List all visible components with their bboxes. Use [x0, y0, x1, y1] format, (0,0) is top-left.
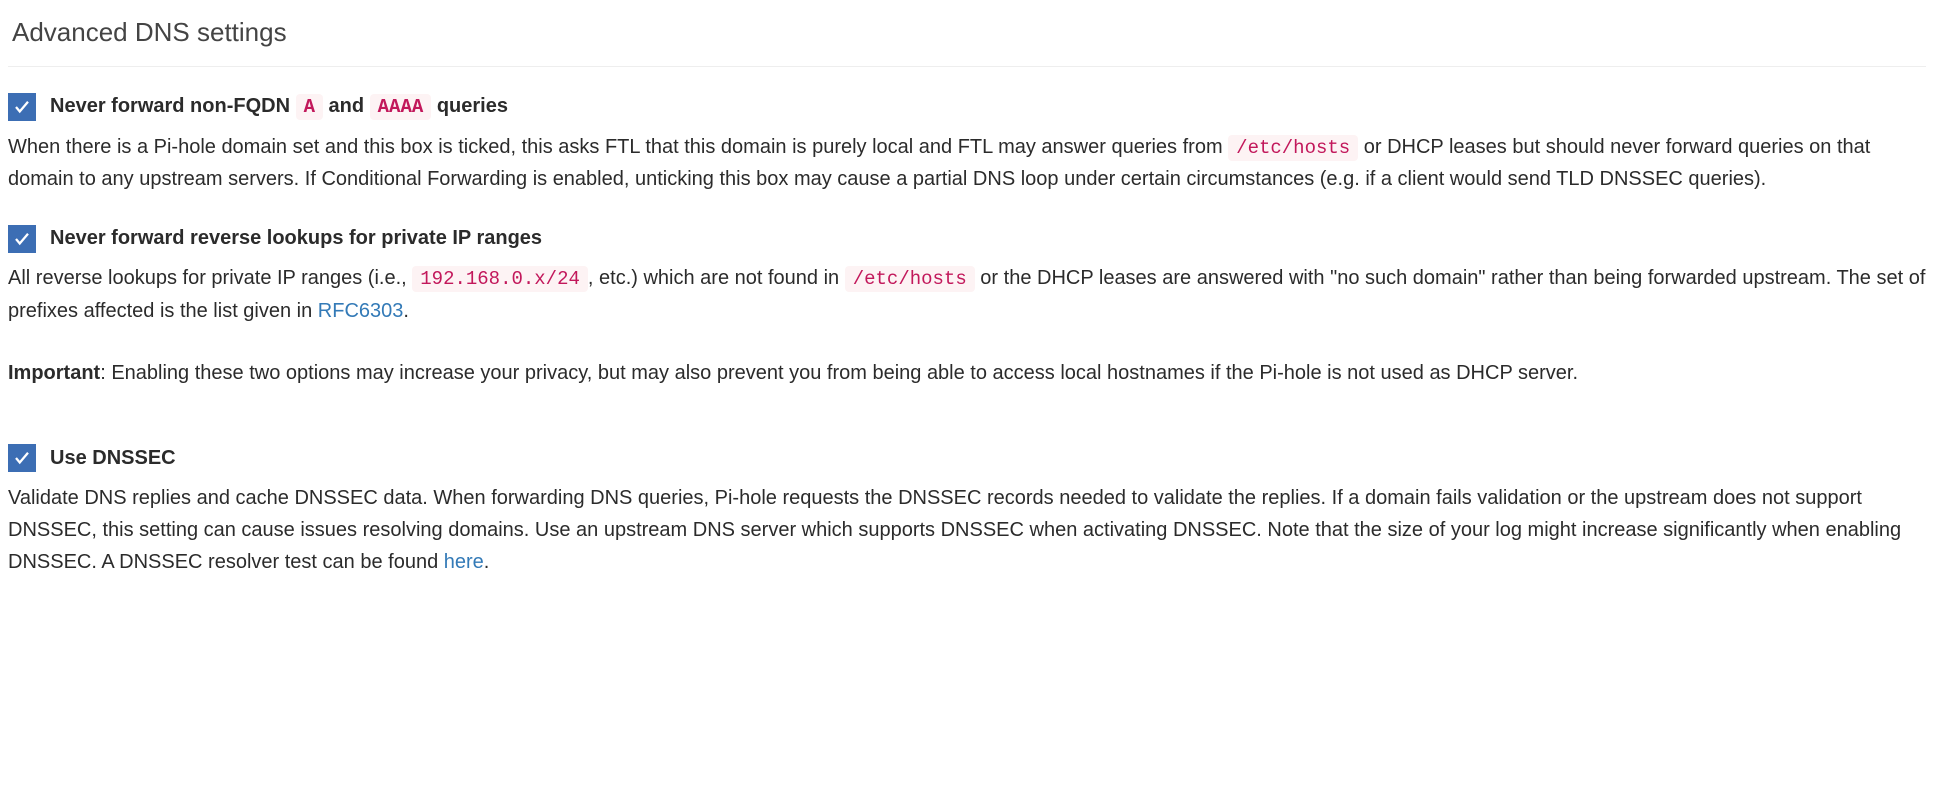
label-text: Never forward non-FQDN	[50, 95, 296, 117]
link-dnssec-test[interactable]: here	[444, 551, 484, 573]
check-icon	[13, 230, 31, 248]
desc-text: Validate DNS replies and cache DNSSEC da…	[8, 487, 1901, 573]
setting-description: When there is a Pi-hole domain set and t…	[8, 131, 1926, 195]
setting-description: All reverse lookups for private IP range…	[8, 262, 1926, 326]
link-rfc6303[interactable]: RFC6303	[318, 300, 404, 322]
checkbox-nonfqdn[interactable]	[8, 93, 36, 121]
important-label: Important	[8, 362, 100, 384]
setting-header: Use DNSSEC	[8, 443, 1926, 474]
label-text: queries	[431, 95, 508, 117]
desc-text: .	[484, 551, 490, 573]
desc-text: All reverse lookups for private IP range…	[8, 267, 412, 289]
important-text: : Enabling these two options may increas…	[100, 362, 1578, 384]
setting-nonfqdn: Never forward non-FQDN A and AAAA querie…	[8, 91, 1926, 195]
setting-label: Never forward non-FQDN A and AAAA querie…	[50, 91, 508, 122]
code-a: A	[296, 94, 323, 120]
desc-text: , etc.) which are not found in	[588, 267, 845, 289]
checkbox-reverse[interactable]	[8, 225, 36, 253]
label-text: and	[323, 95, 370, 117]
checkbox-dnssec[interactable]	[8, 444, 36, 472]
check-icon	[13, 98, 31, 116]
setting-label: Never forward reverse lookups for privat…	[50, 223, 542, 254]
setting-dnssec: Use DNSSEC Validate DNS replies and cach…	[8, 443, 1926, 578]
code-etc-hosts: /etc/hosts	[1228, 135, 1358, 161]
desc-text: When there is a Pi-hole domain set and t…	[8, 136, 1228, 158]
code-aaaa: AAAA	[370, 94, 432, 120]
code-ip-range: 192.168.0.x/24	[412, 266, 588, 292]
important-note: Important: Enabling these two options ma…	[8, 357, 1926, 389]
setting-reverse: Never forward reverse lookups for privat…	[8, 223, 1926, 326]
advanced-dns-panel: Advanced DNS settings Never forward non-…	[0, 0, 1934, 636]
desc-text: .	[403, 300, 409, 322]
setting-header: Never forward reverse lookups for privat…	[8, 223, 1926, 254]
setting-description: Validate DNS replies and cache DNSSEC da…	[8, 482, 1926, 578]
setting-header: Never forward non-FQDN A and AAAA querie…	[8, 91, 1926, 122]
setting-label: Use DNSSEC	[50, 443, 176, 474]
check-icon	[13, 449, 31, 467]
panel-title: Advanced DNS settings	[8, 8, 1926, 67]
code-etc-hosts: /etc/hosts	[845, 266, 975, 292]
